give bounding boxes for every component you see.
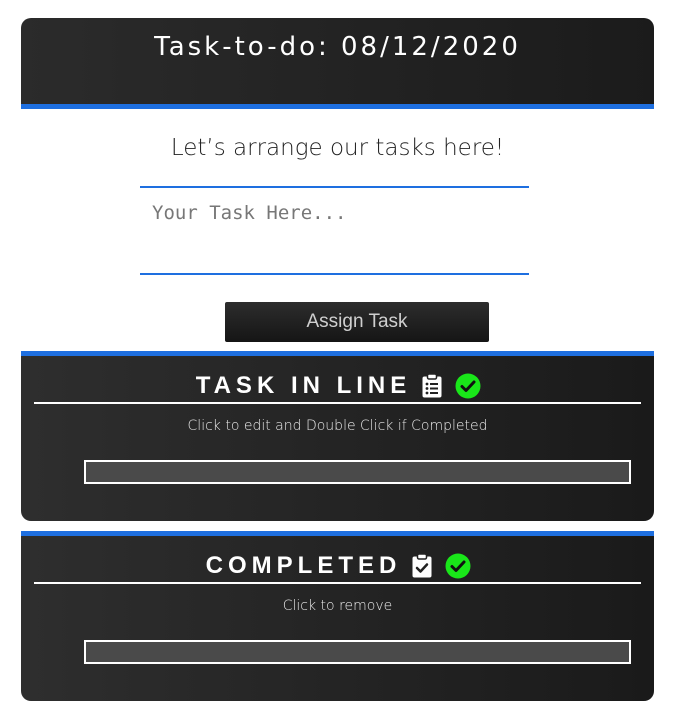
task-in-line-list[interactable] [84, 460, 631, 484]
panel-divider [34, 582, 641, 584]
page-title: Task-to-do: 08/12/2020 [154, 32, 521, 62]
task-in-line-hint: Click to edit and Double Click if Comple… [187, 418, 488, 434]
task-in-line-title: TASK IN LINE [195, 372, 412, 399]
completed-hint: Click to remove [282, 598, 393, 614]
check-circle-icon [455, 373, 481, 399]
check-circle-icon [445, 553, 471, 579]
app-header: Task-to-do: 08/12/2020 [21, 18, 654, 109]
completed-title: COMPLETED [205, 552, 402, 579]
task-in-line-panel: TASK IN LINE Click to edit and Double Cl… [21, 351, 654, 521]
assign-task-button[interactable]: Assign Task [225, 302, 489, 342]
panel-header: TASK IN LINE [21, 370, 654, 402]
completed-list[interactable] [84, 640, 631, 664]
panel-header: COMPLETED [21, 550, 654, 582]
clipboard-list-icon [421, 373, 445, 399]
clipboard-check-icon [411, 553, 435, 579]
task-input[interactable] [140, 186, 529, 275]
panel-divider [34, 402, 641, 404]
intro-subtitle: Let’s arrange our tasks here! [170, 135, 505, 161]
completed-panel: COMPLETED Click to remove [21, 531, 654, 701]
